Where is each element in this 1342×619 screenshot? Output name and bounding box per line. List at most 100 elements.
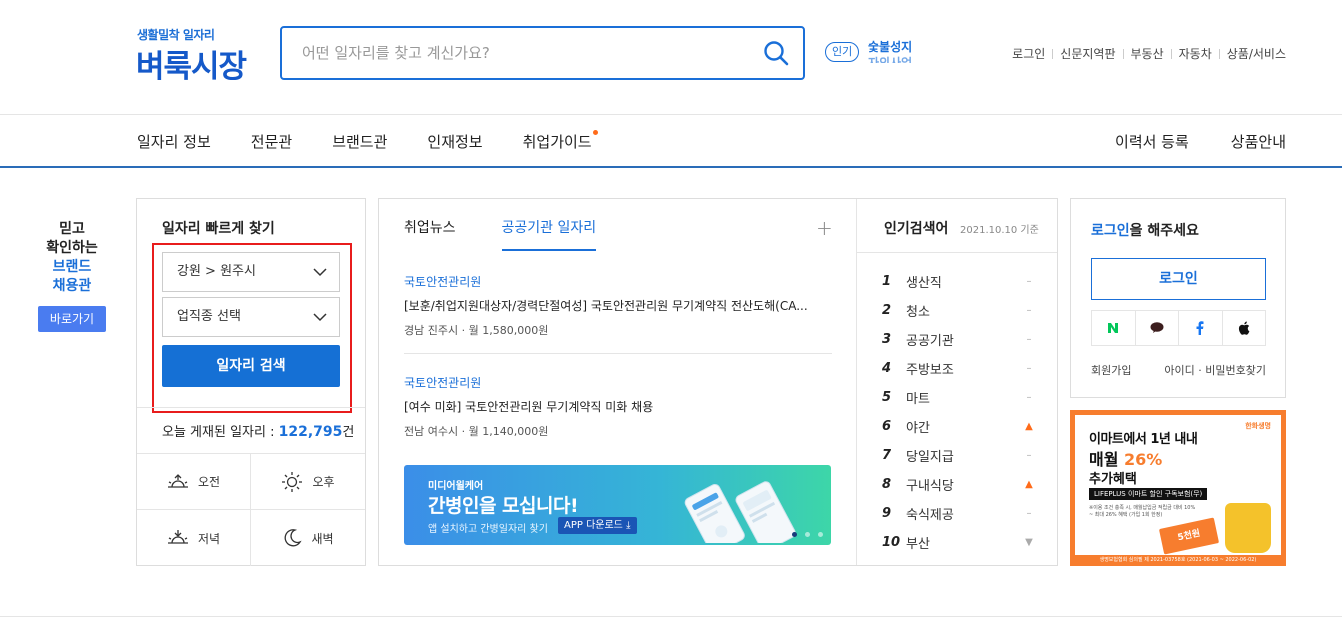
brand-text-line: 브랜드 [52,259,92,275]
time-dawn-button[interactable]: 새벽 [251,510,365,566]
popular-keyword-row[interactable]: 9 숙식제공 – [882,499,1034,528]
popular-keyword-row[interactable]: 7 당일지급 – [882,441,1034,470]
trend-same-icon: – [1026,363,1032,374]
news-location: 경남 진주시 [404,324,459,337]
keyword-rank: 6 [882,419,892,434]
naver-icon [1108,323,1119,333]
popular-ticker-item[interactable]: 자의사업 [868,55,928,63]
keyword-text[interactable]: 야간 [906,417,1024,436]
news-item[interactable]: 국토안전관리원 [보훈/취업지원대상자/경력단절여성] 국토안전관리원 무기계약… [404,273,832,338]
popular-ticker-item[interactable]: 숯불성지 [868,39,928,55]
naver-login-button[interactable] [1092,311,1136,345]
news-location: 전남 여수시 [404,425,459,438]
time-evening-button[interactable]: 저녁 [137,510,251,566]
pagination-dot[interactable] [818,532,823,537]
keyword-text[interactable]: 마트 [906,388,1024,407]
main-nav: 일자리 정보 전문관 브랜드관 인재정보 취업가이드 [137,130,632,152]
trend-same-icon: – [1026,508,1032,519]
app-download-button[interactable]: APP 다운로드 ⤓ [558,517,637,534]
news-org[interactable]: 국토안전관리원 [404,374,832,391]
trend-same-icon: – [1026,450,1032,461]
popular-title: 인기검색어 [884,221,949,237]
news-title[interactable]: [여수 미화] 국토안전관리원 무기계약직 미화 채용 [404,398,832,415]
keyword-text[interactable]: 청소 [906,301,1024,320]
util-newspaper-link[interactable]: 신문지역판 [1060,45,1115,62]
pagination-dot[interactable] [792,532,797,537]
utility-links: 로그인 신문지역판 부동산 자동차 상품/서비스 [1012,45,1286,62]
quick-search-title: 일자리 빠르게 찾기 [162,221,275,237]
nav-product-info[interactable]: 상품안내 [1231,131,1286,152]
nav-resume-register[interactable]: 이력서 등록 [1115,131,1189,152]
search-icon[interactable] [763,40,789,66]
divider [0,616,1342,617]
popular-list: 1 생산직 –2 청소 –3 공공기관 –4 주방보조 –5 마트 – 6 야간 ▲ 7 당일지급 –8 구내식당… [882,267,1034,557]
login-message-link[interactable]: 로그인 [1091,223,1130,239]
popular-keyword-row[interactable]: 4 주방보조 – [882,354,1034,383]
banner-desc: 앱 설치하고 간병일자리 찾기 [428,524,548,535]
login-message-text: 을 해주세요 [1129,223,1199,239]
keyword-text[interactable]: 주방보조 [906,359,1024,378]
keyword-text[interactable]: 공공기관 [906,330,1024,349]
nav-guide-label: 취업가이드 [522,133,592,151]
util-goods-link[interactable]: 상품/서비스 [1227,45,1286,62]
job-type-select[interactable]: 업직종 선택 [162,297,340,337]
signup-link[interactable]: 회원가입 [1091,362,1131,378]
popular-keyword-row[interactable]: 5 마트 – [882,383,1034,412]
news-org[interactable]: 국토안전관리원 [404,273,832,290]
keyword-text[interactable]: 구내식당 [906,475,1024,494]
popular-badge: 인기 [825,42,860,62]
keyword-text[interactable]: 숙식제공 [906,504,1024,523]
tab-public-jobs[interactable]: 공공기관 일자리 [501,217,597,251]
chevron-down-icon [313,268,327,277]
nav-talent[interactable]: 인재정보 [427,131,482,152]
nav-specialty[interactable]: 전문관 [251,131,292,152]
keyword-text[interactable]: 부산 [906,533,1024,552]
popular-date: 2021.10.10 기준 [960,225,1039,236]
util-login-link[interactable]: 로그인 [1012,45,1045,62]
time-morning-label: 오전 [197,475,221,489]
apple-icon [1238,321,1250,335]
news-item[interactable]: 국토안전관리원 [여수 미화] 국토안전관리원 무기계약직 미화 채용 전남 여… [404,374,832,439]
pagination-dot[interactable] [805,532,810,537]
popular-keyword-row[interactable]: 10 부산 ▼ [882,528,1034,557]
login-button[interactable]: 로그인 [1091,258,1266,300]
news-meta: 전남 여수시 · 월 1,140,000원 [404,425,549,438]
more-plus-icon[interactable]: + [816,216,833,240]
sunrise-icon [167,473,188,488]
brand-go-button[interactable]: 바로가기 [38,306,106,332]
trend-up-icon: ▲ [1025,479,1033,490]
site-logo[interactable]: 벼룩시장 [136,41,247,86]
popular-keyword-row[interactable]: 3 공공기관 – [882,325,1034,354]
insurance-ad-banner[interactable]: 한화생명 이마트에서 1년 내내 매월 26% 추가혜택 LIFEPLUS 이마… [1070,410,1286,566]
kakao-login-button[interactable] [1136,311,1179,345]
kakao-icon [1150,322,1164,333]
keyword-text[interactable]: 생산직 [906,272,1024,291]
time-afternoon-button[interactable]: 오후 [251,454,365,510]
ad-voucher-tag: 5천원 [1158,517,1220,555]
news-title[interactable]: [보훈/취업지원대상자/경력단절여성] 국토안전관리원 무기계약직 전산도해(C… [404,297,832,314]
facebook-login-button[interactable] [1179,311,1223,345]
util-realestate-link[interactable]: 부동산 [1131,45,1164,62]
util-car-link[interactable]: 자동차 [1179,45,1212,62]
popular-ticker[interactable]: 숯불성지 자의사업 [868,39,928,63]
brand-text-line: 확인하는 [46,240,98,256]
find-account-link[interactable]: 아이디 · 비밀번호찾기 [1164,362,1266,378]
today-label: 오늘 게재된 일자리 : [162,425,275,440]
job-search-button[interactable]: 일자리 검색 [162,345,340,387]
popular-keyword-row[interactable]: 8 구내식당 ▲ [882,470,1034,499]
popular-keyword-row[interactable]: 6 야간 ▲ [882,412,1034,441]
tab-job-news[interactable]: 취업뉴스 [404,217,456,251]
nav-job-info[interactable]: 일자리 정보 [137,131,211,152]
search-input[interactable] [302,42,742,64]
divider [1052,48,1054,59]
keyword-text[interactable]: 당일지급 [906,446,1024,465]
popular-keyword-row[interactable]: 2 청소 – [882,296,1034,325]
apple-login-button[interactable] [1223,311,1266,345]
time-morning-button[interactable]: 오전 [137,454,251,510]
nav-brand[interactable]: 브랜드관 [332,131,387,152]
region-select[interactable]: 강원 > 원주시 [162,252,340,292]
nav-guide[interactable]: 취업가이드 [522,130,598,152]
popular-keyword-row[interactable]: 1 생산직 – [882,267,1034,296]
caregiver-banner[interactable]: 미디어윌케어 간병인을 모십니다! 앱 설치하고 간병일자리 찾기 APP 다운… [404,465,831,545]
news-meta: 경남 진주시 · 월 1,580,000원 [404,324,549,337]
